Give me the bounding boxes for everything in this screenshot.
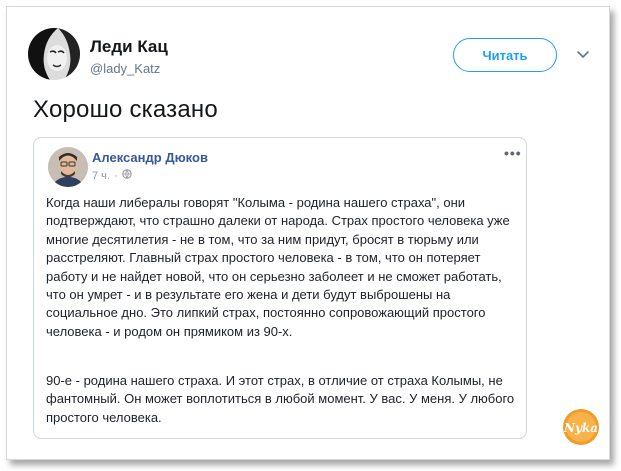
more-options-icon[interactable]: ••• <box>504 145 522 161</box>
svg-text:Nyka: Nyka <box>563 421 598 435</box>
embed-author-name[interactable]: Александр Дюков <box>92 150 208 165</box>
meta-separator: · <box>113 169 118 182</box>
embed-post-paragraph-2: 90-е - родина нашего страха. И этот стра… <box>46 373 515 425</box>
author-handle[interactable]: @lady_Katz <box>90 61 160 76</box>
author-name[interactable]: Леди Кац <box>90 37 168 57</box>
author-avatar[interactable] <box>28 28 80 80</box>
embed-author-avatar[interactable] <box>48 147 88 187</box>
tweet-text: Хорошо сказано <box>33 96 218 123</box>
embed-post-meta: 7 ч. · <box>92 169 132 182</box>
embedded-facebook-post[interactable]: Александр Дюков 7 ч. · ••• Когда наши ли… <box>33 137 527 439</box>
watermark-logo: Nyka <box>562 408 600 446</box>
chevron-down-icon[interactable] <box>575 48 591 62</box>
embed-post-paragraph-1: Когда наши либералы говорят "Колыма - ро… <box>46 195 510 339</box>
follow-button[interactable]: Читать <box>453 38 557 72</box>
embed-post-time[interactable]: 7 ч. <box>92 170 110 182</box>
globe-icon <box>121 169 132 182</box>
